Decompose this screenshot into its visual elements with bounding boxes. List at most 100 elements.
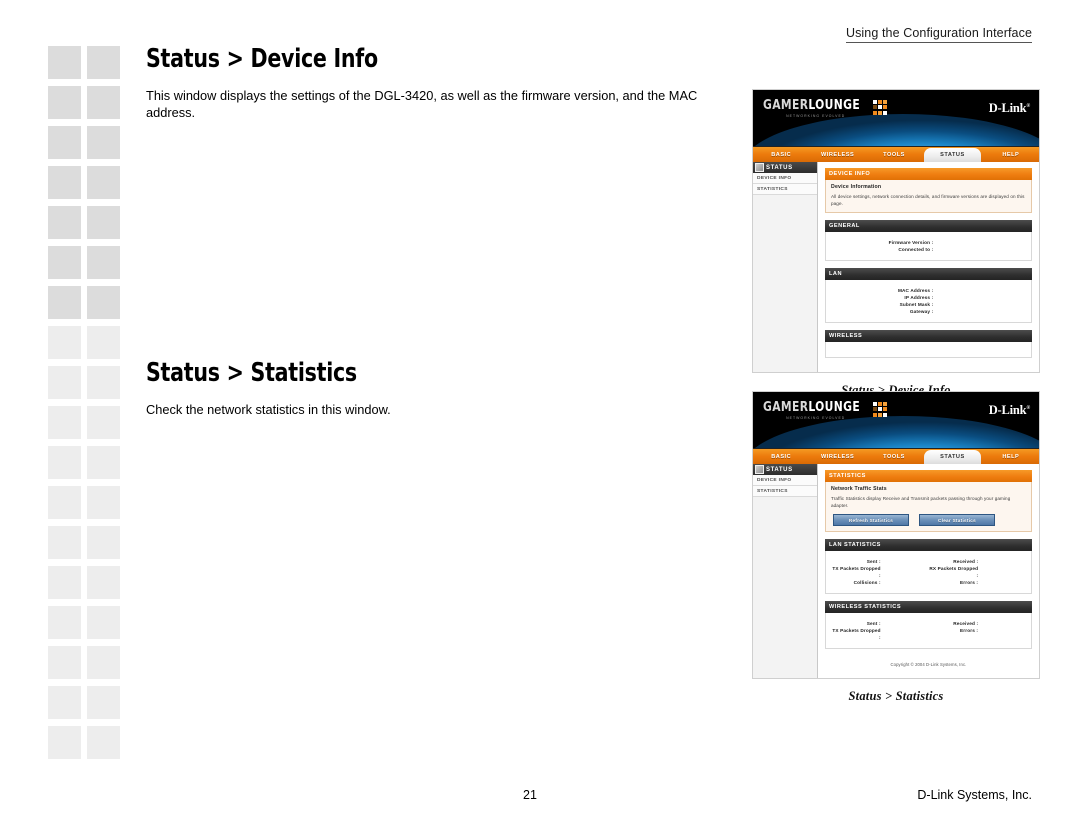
nav-tab-wireless[interactable]: WIRELESS: [809, 449, 865, 464]
nav-tab-status[interactable]: STATUS: [924, 450, 981, 464]
logo-wordmark: GAMERLOUNGE: [763, 401, 860, 414]
dlink-logo: D-Link®: [989, 403, 1030, 418]
sidebar-filler: [753, 497, 817, 628]
decorative-square: [87, 86, 120, 119]
field-label-wireless-tx-dropped: TX Packets Dropped :: [832, 628, 881, 640]
decorative-square: [87, 166, 120, 199]
figure-statistics: GAMERLOUNGE NETWORKING EVOLVED D-Link® B…: [752, 391, 1040, 704]
field-value-connected-to: [934, 246, 1026, 253]
lan-statistics-field-list: Sent : Received : TX Packets Dropped: R…: [831, 555, 1026, 588]
dlink-logo-text: D-Link: [988, 101, 1027, 115]
panel-header-device-info: DEVICE INFO: [825, 168, 1032, 180]
panel-header-lan-statistics: LAN STATISTICS: [825, 539, 1032, 551]
router-nav-bar: BASIC WIRELESS TOOLS STATUS HELP: [753, 448, 1039, 464]
nav-tab-basic[interactable]: BASIC: [753, 147, 809, 162]
field-label-wireless-sent: Sent :: [866, 621, 881, 626]
decorative-row: [48, 286, 120, 319]
field-row: Firmware Version :: [831, 239, 1026, 246]
field-value-lan-errors: [979, 579, 1026, 586]
field-label-lan-tx-dropped: TX Packets Dropped :: [832, 566, 881, 578]
nav-tab-basic[interactable]: BASIC: [753, 449, 809, 464]
field-value-ip-address: [934, 294, 1026, 301]
decorative-square: [48, 646, 81, 679]
decorative-square: [87, 446, 120, 479]
router-admin-window-statistics: GAMERLOUNGE NETWORKING EVOLVED D-Link® B…: [752, 391, 1040, 679]
refresh-statistics-button[interactable]: Refresh Statistics: [833, 514, 909, 526]
decorative-row: [48, 86, 120, 119]
router-body: STATUS DEVICE INFO STATISTICS STATISTICS…: [753, 464, 1039, 678]
field-label-firmware-version: Firmware Version :: [888, 240, 934, 245]
router-nav-bar: BASIC WIRELESS TOOLS STATUS HELP: [753, 146, 1039, 162]
decorative-square: [87, 486, 120, 519]
decorative-row: [48, 566, 120, 599]
field-col-left: Collisions :: [831, 579, 929, 586]
nav-tab-help[interactable]: HELP: [983, 147, 1039, 162]
page-number: 21: [523, 788, 537, 802]
field-col-left: TX Packets Dropped :: [831, 627, 929, 641]
panel-header-statistics: STATISTICS: [825, 470, 1032, 482]
field-label-lan-rx-dropped: RX Packets Dropped :: [929, 566, 979, 578]
decorative-row: [48, 726, 120, 759]
nav-tab-status[interactable]: STATUS: [924, 148, 981, 162]
router-banner: GAMERLOUNGE NETWORKING EVOLVED D-Link®: [753, 392, 1039, 448]
nav-tab-help[interactable]: HELP: [983, 449, 1039, 464]
router-sidebar: STATUS DEVICE INFO STATISTICS: [753, 464, 818, 678]
decorative-row: [48, 406, 120, 439]
network-traffic-stats-description: Traffic Statistics display Receive and T…: [831, 496, 1011, 508]
panel-device-info: DEVICE INFO Device Information All devic…: [825, 168, 1032, 213]
decorative-square: [48, 326, 81, 359]
sidebar-header-label: STATUS: [766, 466, 793, 473]
panel-body-lan: MAC Address : IP Address : Subnet Mask :: [825, 280, 1032, 323]
logo-pixel-blocks-icon: [872, 100, 888, 115]
sidebar-item-device-info[interactable]: DEVICE INFO: [753, 475, 817, 487]
logo-text-lounge: LOUNGE: [808, 400, 861, 415]
decorative-square: [87, 526, 120, 559]
field-value-lan-sent: [882, 558, 929, 565]
decorative-square: [48, 206, 81, 239]
field-value-lan-rx-dropped: [979, 565, 1026, 579]
field-row: Connected to :: [831, 246, 1026, 253]
decorative-square: [48, 46, 81, 79]
section-statistics: Status > Statistics Check the network st…: [146, 358, 756, 419]
field-row: Collisions : Errors :: [831, 579, 1026, 586]
sidebar-header-label: STATUS: [766, 164, 793, 171]
panel-header-general: GENERAL: [825, 220, 1032, 232]
decorative-square-grid: [48, 46, 120, 766]
field-label-wireless-received: Received :: [953, 621, 979, 626]
panel-header-lan: LAN: [825, 268, 1032, 280]
field-col-right: Errors :: [929, 579, 1027, 586]
dlink-logo-text: D-Link: [988, 403, 1027, 417]
logo-text-gamer: GAMER: [763, 98, 809, 113]
clear-statistics-button[interactable]: Clear Statistics: [919, 514, 995, 526]
decorative-row: [48, 46, 120, 79]
field-label-connected-to: Connected to :: [898, 247, 934, 252]
decorative-square: [48, 366, 81, 399]
nav-tab-tools[interactable]: TOOLS: [866, 449, 922, 464]
field-value-firmware-version: [934, 239, 1026, 246]
decorative-square: [87, 646, 120, 679]
panel-lan: LAN MAC Address : IP Address : Subnet Ma…: [825, 268, 1032, 323]
decorative-square: [87, 366, 120, 399]
sidebar-item-statistics[interactable]: STATISTICS: [753, 486, 817, 498]
decorative-square: [48, 166, 81, 199]
field-label-lan-sent: Sent :: [866, 559, 881, 564]
decorative-row: [48, 326, 120, 359]
decorative-square: [87, 606, 120, 639]
panel-statistics: STATISTICS Network Traffic Stats Traffic…: [825, 470, 1032, 532]
gamerlounge-logo: GAMERLOUNGE NETWORKING EVOLVED: [763, 98, 888, 118]
footer-company-name: D-Link Systems, Inc.: [917, 788, 1032, 802]
field-label-lan-collisions: Collisions :: [853, 580, 881, 585]
nav-tab-wireless[interactable]: WIRELESS: [809, 147, 865, 162]
logo-tagline: NETWORKING EVOLVED: [786, 416, 846, 420]
wave-graphic: [753, 114, 1039, 146]
sidebar-item-statistics[interactable]: STATISTICS: [753, 184, 817, 196]
decorative-square: [87, 46, 120, 79]
sidebar-item-device-info[interactable]: DEVICE INFO: [753, 173, 817, 185]
body-text-device-info: This window displays the settings of the…: [146, 88, 698, 120]
decorative-square: [87, 726, 120, 759]
decorative-row: [48, 646, 120, 679]
decorative-square: [48, 686, 81, 719]
field-label-subnet-mask: Subnet Mask :: [899, 302, 934, 307]
decorative-square: [48, 446, 81, 479]
nav-tab-tools[interactable]: TOOLS: [866, 147, 922, 162]
